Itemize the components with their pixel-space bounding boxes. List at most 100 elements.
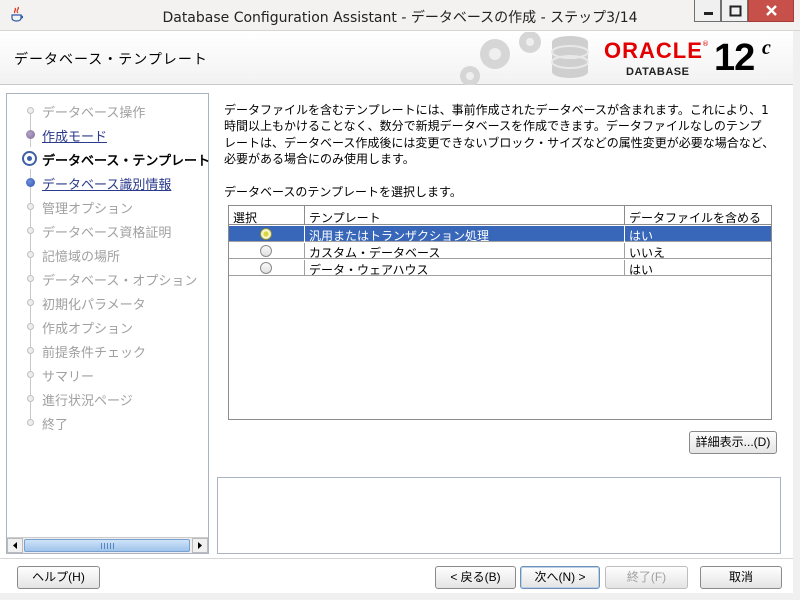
logo-brand: ORACLE <box>604 38 703 63</box>
table-row[interactable]: カスタム・データベース いいえ <box>229 243 771 260</box>
nav-step-3: データベース・テンプレート <box>7 147 210 169</box>
step-status-icon <box>27 275 34 282</box>
select-cell[interactable] <box>229 226 305 242</box>
logo-version: 12 <box>714 37 755 79</box>
nav-step-13: 進行状況ページ <box>7 387 208 409</box>
description-line: データファイルを含むテンプレートには、事前作成されたデータベースが含まれます。こ… <box>224 103 769 117</box>
includes-datafiles-cell[interactable]: はい <box>625 226 771 243</box>
template-radio[interactable] <box>260 262 272 274</box>
step-status-icon <box>26 178 35 187</box>
minimize-icon <box>704 12 713 15</box>
nav-step-label: 作成オプション <box>42 322 134 337</box>
nav-step-12: サマリー <box>7 363 208 385</box>
step-status-icon <box>26 130 35 139</box>
template-radio[interactable] <box>260 228 272 240</box>
footer-divider <box>0 558 800 559</box>
scroll-thumb[interactable] <box>24 539 190 552</box>
step-status-icon <box>22 151 37 166</box>
help-button[interactable]: ヘルプ(H) <box>17 566 100 589</box>
scroll-right-button[interactable] <box>192 538 208 553</box>
logo-product: DATABASE <box>626 66 690 78</box>
nav-step-7: 記憶域の場所 <box>7 243 208 265</box>
back-button[interactable]: < 戻る(B) <box>435 566 516 589</box>
logo-version-suffix: c <box>762 37 771 59</box>
table-row[interactable]: 汎用またはトランザクション処理 はい <box>229 226 771 243</box>
template-description: データファイルを含むテンプレートには、事前作成されたデータベースが含まれます。こ… <box>224 102 780 167</box>
description-line: 必要がある場合にのみ使用します。 <box>224 151 415 166</box>
finish-button: 終了(F) <box>605 566 688 589</box>
cancel-button[interactable]: 取消 <box>700 566 782 589</box>
column-header-includes-datafiles[interactable]: データファイルを含める <box>625 206 771 225</box>
arrow-right-icon <box>198 542 202 549</box>
step-status-icon <box>27 371 34 378</box>
nav-horizontal-scrollbar[interactable] <box>7 537 208 553</box>
window-frame-bottom <box>0 593 800 600</box>
select-cell[interactable] <box>229 260 305 276</box>
nav-step-label[interactable]: 作成モード <box>42 126 107 145</box>
nav-step-label: データベース・オプション <box>42 274 198 289</box>
maximize-icon <box>729 5 742 17</box>
template-radio[interactable] <box>260 245 272 257</box>
title-bar: Database Configuration Assistant - データベー… <box>0 0 800 31</box>
select-cell[interactable] <box>229 243 305 259</box>
description-line: レートは、データベース作成後には変更できないブロック・サイズなどの属性変更が必要… <box>224 135 775 150</box>
nav-step-label: データベース・テンプレート <box>42 154 210 169</box>
template-cell[interactable]: 汎用またはトランザクション処理 <box>305 226 625 243</box>
nav-step-label: データベース操作 <box>42 106 146 121</box>
step-status-icon <box>27 299 34 306</box>
nav-step-label: 記憶域の場所 <box>42 250 121 265</box>
nav-step-label: 前提条件チェック <box>42 346 147 361</box>
step-status-icon <box>27 203 34 210</box>
table-header: 選択 テンプレート データファイルを含める <box>229 206 771 225</box>
nav-step-label: 管理オプション <box>42 202 134 217</box>
window-title: Database Configuration Assistant - データベー… <box>162 10 638 26</box>
nav-step-label: 初期化パラメータ <box>42 298 146 313</box>
window-frame-right <box>793 31 800 600</box>
show-details-button[interactable]: 詳細表示...(D) <box>689 431 777 454</box>
step-navigation: データベース操作 作成モード データベース・テンプレート データベース識別情報 … <box>6 93 210 554</box>
nav-step-label: 進行状況ページ <box>42 394 133 409</box>
close-button[interactable] <box>748 0 794 22</box>
nav-step-11: 前提条件チェック <box>7 339 208 361</box>
nav-step-5: 管理オプション <box>7 195 208 217</box>
registered-mark-icon: ® <box>702 40 709 48</box>
includes-datafiles-cell[interactable]: いいえ <box>625 243 771 260</box>
table-row[interactable]: データ・ウェアハウス はい <box>229 260 771 277</box>
minimize-button[interactable] <box>694 0 721 22</box>
nav-step-9: 初期化パラメータ <box>7 291 208 313</box>
step-status-icon <box>27 251 34 258</box>
page-header: データベース・テンプレート ORACLE ® DATABASE 12 c <box>0 32 800 85</box>
column-header-template[interactable]: テンプレート <box>305 206 625 225</box>
nav-step-10: 作成オプション <box>7 315 208 337</box>
template-cell[interactable]: カスタム・データベース <box>305 243 625 260</box>
nav-step-4[interactable]: データベース識別情報 <box>7 171 208 193</box>
next-button[interactable]: 次へ(N) > <box>520 566 600 589</box>
nav-step-label: サマリー <box>42 370 95 385</box>
description-line: 時間以上もかけることなく、数分で新規データベースを作成できます。データファイルな… <box>224 119 762 134</box>
step-status-icon <box>27 395 34 402</box>
nav-step-2[interactable]: 作成モード <box>7 123 208 145</box>
nav-step-14: 終了 <box>7 411 208 433</box>
step-status-icon <box>27 107 34 114</box>
step-status-icon <box>27 347 34 354</box>
includes-datafiles-cell[interactable]: はい <box>625 260 771 277</box>
gears-decoration-icon <box>460 32 589 85</box>
nav-step-label: 終了 <box>42 418 69 433</box>
step-status-icon <box>27 323 34 330</box>
step-status-icon <box>27 419 34 426</box>
page-title: データベース・テンプレート <box>14 52 208 68</box>
arrow-left-icon <box>13 542 17 549</box>
nav-step-1: データベース操作 <box>7 99 208 121</box>
scroll-left-button[interactable] <box>7 538 23 553</box>
step-status-icon <box>27 227 34 234</box>
maximize-button[interactable] <box>721 0 748 22</box>
nav-step-label: データベース資格証明 <box>42 226 172 241</box>
close-icon <box>766 5 777 16</box>
column-header-select[interactable]: 選択 <box>229 206 305 225</box>
nav-step-label[interactable]: データベース識別情報 <box>42 174 171 193</box>
template-table: 選択 テンプレート データファイルを含める 汎用またはトランザクション処理 はい… <box>228 205 772 420</box>
nav-step-8: データベース・オプション <box>7 267 208 289</box>
template-cell[interactable]: データ・ウェアハウス <box>305 260 625 277</box>
message-pane <box>217 477 781 554</box>
nav-step-6: データベース資格証明 <box>7 219 208 241</box>
